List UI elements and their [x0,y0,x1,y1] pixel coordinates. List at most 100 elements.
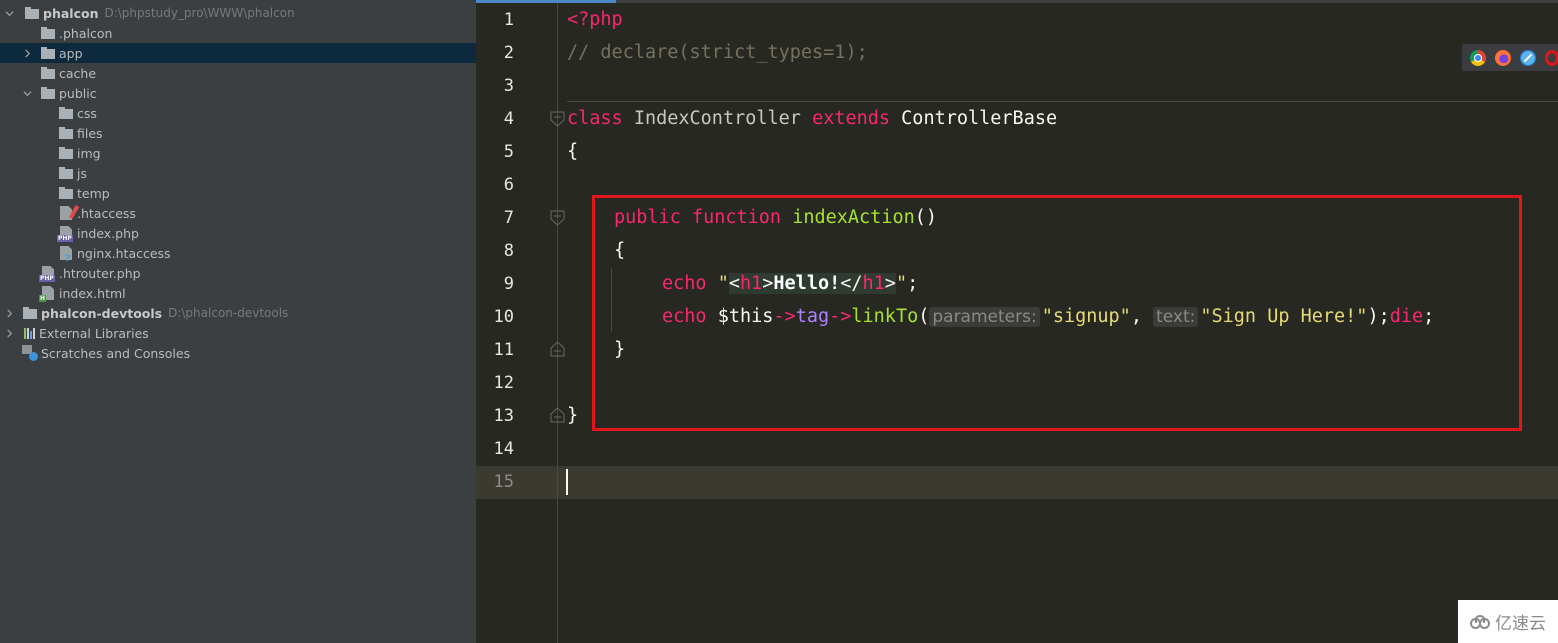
line-number: 8 [503,241,514,261]
tree-item-index-html[interactable]: H index.html [0,283,476,303]
tree-item-path: D:\phalcon-devtools [168,306,289,320]
code-line-4: class IndexController extends Controller… [567,102,1057,135]
tree-item-label: js [77,165,87,181]
chevron-right-icon[interactable] [2,323,16,343]
comment: // declare(strict_types=1); [567,42,868,63]
tree-item-files[interactable]: files [0,123,476,143]
tree-item-label: index.html [59,285,126,301]
keyword: extends [812,108,891,129]
tree-item-label: css [77,105,97,121]
fold-close-icon[interactable] [550,341,565,357]
tree-item-htaccess[interactable]: .htaccess [0,203,476,223]
line-number: 4 [503,109,514,129]
tree-item-phalcon-devtools[interactable]: phalcon-devtools D:\phalcon-devtools [0,303,476,323]
chrome-icon[interactable] [1470,49,1486,66]
folder-icon [40,65,56,81]
parent-class: ControllerBase [901,108,1058,129]
tree-item-js[interactable]: js [0,163,476,183]
current-line-highlight [476,466,1558,499]
class-name: IndexController [633,108,801,129]
line-number: 6 [503,175,514,195]
cloud-logo-icon [1470,614,1492,629]
folder-icon [22,305,38,321]
tree-item-label: .htrouter.php [59,265,141,281]
annotation-highlight-box [592,195,1522,431]
tree-item-label: public [59,85,97,101]
tree-item-nginx-htaccess[interactable]: ? nginx.htaccess [0,243,476,264]
code-line-1: <?php [567,3,623,36]
tree-item-label: External Libraries [39,325,149,341]
chevron-right-icon[interactable] [2,303,16,323]
line-number: 11 [493,340,514,360]
line-number: 9 [503,274,514,294]
line-number: 10 [493,307,514,327]
php-file-icon: PHP [57,225,74,242]
fold-open-icon[interactable] [550,111,565,127]
folder-icon [58,165,74,181]
folder-icon [40,85,56,101]
tree-item-scratches[interactable]: Scratches and Consoles [0,343,476,363]
safari-icon[interactable] [1520,49,1536,66]
php-open-tag: <?php [567,9,623,30]
brace: { [567,141,579,162]
html-file-icon: H [39,285,56,302]
folder-icon [40,25,56,41]
tree-item-htrouter-php[interactable]: PHP .htrouter.php [0,263,476,283]
tree-item-css[interactable]: css [0,103,476,123]
tree-item-label: index.php [77,225,139,241]
tree-item-label: cache [59,65,97,81]
libraries-icon [24,327,35,339]
line-number: 5 [503,142,514,162]
folder-icon [40,45,56,61]
line-number-current: 15 [493,472,514,492]
tree-item-phalcon[interactable]: phalcon D:\phpstudy_pro\WWW\phalcon [0,3,476,23]
tree-item-label: nginx.htaccess [77,245,171,261]
line-number: 7 [503,208,514,228]
chevron-down-icon[interactable] [20,83,34,103]
folder-icon [58,185,74,201]
watermark-text: 亿速云 [1495,614,1546,634]
watermark: 亿速云 [1458,600,1558,643]
tree-item-label: app [59,45,83,61]
tree-item-label: .phalcon [59,25,113,41]
tree-item-path: D:\phpstudy_pro\WWW\phalcon [104,6,295,20]
folder-icon [58,145,74,161]
php-file-icon: PHP [39,265,56,282]
text-caret [566,469,568,495]
brace: } [567,405,579,426]
opera-icon[interactable] [1545,49,1558,66]
line-number: 2 [503,43,514,63]
tree-item-label: img [77,145,101,161]
folder-icon [58,105,74,121]
tree-item-label: temp [77,185,110,201]
tree-item-label: phalcon [43,5,99,21]
tree-item-app[interactable]: app [0,43,476,63]
keyword: class [567,108,623,129]
tree-item-index-php[interactable]: PHP index.php [0,223,476,243]
project-tree: phalcon D:\phpstudy_pro\WWW\phalcon .pha… [0,0,476,643]
chevron-down-icon[interactable] [2,3,16,23]
gutter-divider [557,3,558,643]
line-number: 14 [493,439,514,459]
chevron-right-icon[interactable] [20,43,34,63]
htaccess-file-icon [58,204,80,221]
code-line-13: } [567,399,578,432]
code-line-5: { [567,135,578,168]
folder-icon [58,125,74,141]
tree-item-label: Scratches and Consoles [41,345,191,361]
line-number: 12 [493,373,514,393]
tree-item-img[interactable]: img [0,143,476,163]
fold-close-icon[interactable] [550,407,565,423]
tree-item-public[interactable]: public [0,83,476,103]
folder-icon [24,5,40,21]
tree-item-cache[interactable]: cache [0,63,476,83]
fold-open-icon[interactable] [550,210,565,226]
tree-item-external-libraries[interactable]: External Libraries [0,323,476,343]
tree-item-dot-phalcon[interactable]: .phalcon [0,23,476,43]
tree-item-temp[interactable]: temp [0,183,476,203]
line-number: 3 [503,76,514,96]
scratches-icon [22,345,38,361]
line-number: 1 [503,10,514,30]
code-line-2: // declare(strict_types=1); [567,36,868,69]
firefox-icon[interactable] [1495,49,1511,66]
